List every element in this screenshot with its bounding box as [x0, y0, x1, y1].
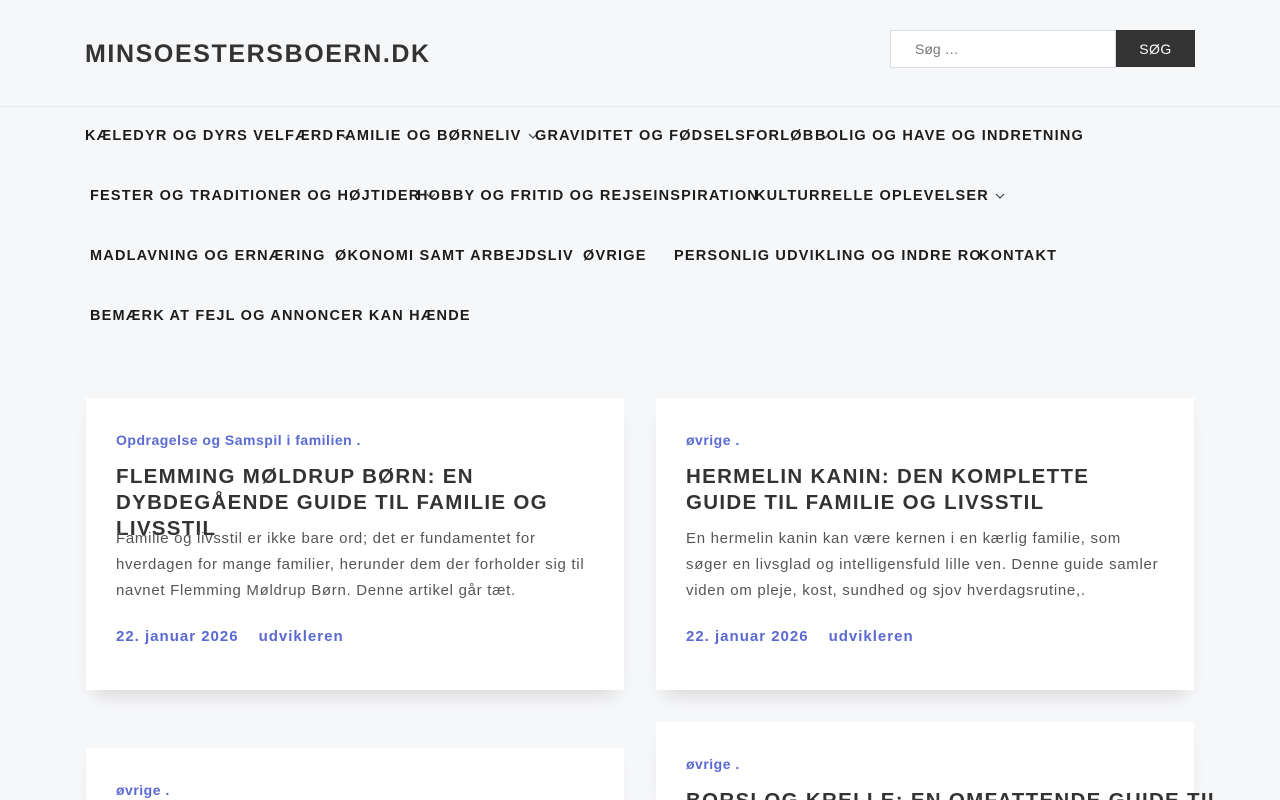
- nav-item-label: KÆLEDYR OG DYRS VELFÆRD: [85, 128, 335, 144]
- nav-item-bolig[interactable]: BOLIG OG HAVE OG INDRETNING: [815, 128, 1084, 144]
- nav-item-kaeledyr[interactable]: KÆLEDYR OG DYRS VELFÆRD: [85, 128, 350, 144]
- nav-item-hobby[interactable]: HOBBY OG FRITID OG REJSEINSPIRATION: [417, 188, 759, 204]
- post-category-link[interactable]: øvrige .: [116, 782, 170, 798]
- site-title[interactable]: MINSOESTERSBOERN.DK: [85, 40, 431, 69]
- nav-item-label: KONTAKT: [979, 248, 1058, 264]
- post-category-link[interactable]: øvrige .: [686, 432, 740, 448]
- post-excerpt: Familie og livsstil er ikke bare ord; de…: [116, 530, 585, 599]
- nav-item-label: KULTURRELLE OPLEVELSER: [755, 188, 989, 204]
- nav-item-bemaerk[interactable]: BEMÆRK AT FEJL OG ANNONCER KAN HÆNDE: [90, 308, 471, 324]
- search-input[interactable]: [890, 30, 1116, 68]
- post-author-link[interactable]: udvikleren: [829, 628, 914, 645]
- nav-item-label: ØKONOMI SAMT ARBEJDSLIV: [335, 248, 574, 264]
- site-header: MINSOESTERSBOERN.DK SØG: [0, 0, 1280, 107]
- search-button[interactable]: SØG: [1116, 30, 1195, 67]
- nav-item-label: MADLAVNING OG ERNÆRING: [90, 248, 326, 264]
- nav-item-personlig-udvikling[interactable]: PERSONLIG UDVIKLING OG INDRE RO: [674, 248, 982, 264]
- nav-item-graviditet[interactable]: GRAVIDITET OG FØDSELSFORLØB: [535, 128, 830, 144]
- post-category-link[interactable]: øvrige .: [686, 756, 740, 772]
- nav-item-label: BEMÆRK AT FEJL OG ANNONCER KAN HÆNDE: [90, 308, 471, 324]
- nav-item-label: HOBBY OG FRITID OG REJSEINSPIRATION: [417, 188, 759, 204]
- post-card: øvrige . Borsi og Krelle: En omfattende …: [656, 722, 1220, 800]
- post-title[interactable]: Borsi og Krelle: En omfattende guide til: [686, 788, 1220, 800]
- post-meta: 22. januar 2026 udvikleren: [116, 628, 344, 645]
- nav-item-label: PERSONLIG UDVIKLING OG INDRE RO: [674, 248, 982, 264]
- post-date-link[interactable]: 22. januar 2026: [686, 628, 809, 645]
- nav-item-madlavning[interactable]: MADLAVNING OG ERNÆRING: [90, 248, 326, 264]
- post-excerpt: En hermelin kanin kan være kernen i en k…: [686, 530, 1159, 599]
- nav-item-label: GRAVIDITET OG FØDSELSFORLØB: [535, 128, 815, 144]
- nav-item-label: FAMILIE OG BØRNELIV: [336, 128, 522, 144]
- nav-item-kulturrelle[interactable]: KULTURRELLE OPLEVELSER: [755, 188, 1005, 204]
- post-card: øvrige . Hermelin kanin: Den komplette g…: [656, 398, 1194, 690]
- post-author-link[interactable]: udvikleren: [259, 628, 344, 645]
- post-category-link[interactable]: Opdragelse og Samspil i familien .: [116, 432, 361, 448]
- nav-item-ovrige[interactable]: ØVRIGE: [583, 248, 647, 264]
- post-meta: 22. januar 2026 udvikleren: [686, 628, 914, 645]
- post-card: øvrige .: [86, 748, 624, 800]
- nav-item-familie[interactable]: FAMILIE OG BØRNELIV: [336, 128, 538, 144]
- post-date-link[interactable]: 22. januar 2026: [116, 628, 239, 645]
- nav-item-kontakt[interactable]: KONTAKT: [979, 248, 1057, 264]
- post-card: Opdragelse og Samspil i familien . Flemm…: [86, 398, 624, 690]
- nav-item-label: FESTER OG TRADITIONER OG HØJTIDER: [90, 188, 421, 204]
- post-title[interactable]: Hermelin kanin: Den komplette guide til …: [686, 464, 1166, 516]
- nav-item-label: BOLIG OG HAVE OG INDRETNING: [815, 128, 1084, 144]
- search-form: SØG: [890, 30, 1195, 68]
- nav-item-label: ØVRIGE: [583, 248, 647, 264]
- nav-item-fester[interactable]: FESTER OG TRADITIONER OG HØJTIDER: [90, 188, 436, 204]
- nav-item-okonomi[interactable]: ØKONOMI SAMT ARBEJDSLIV: [335, 248, 574, 264]
- chevron-down-icon: [995, 193, 1005, 199]
